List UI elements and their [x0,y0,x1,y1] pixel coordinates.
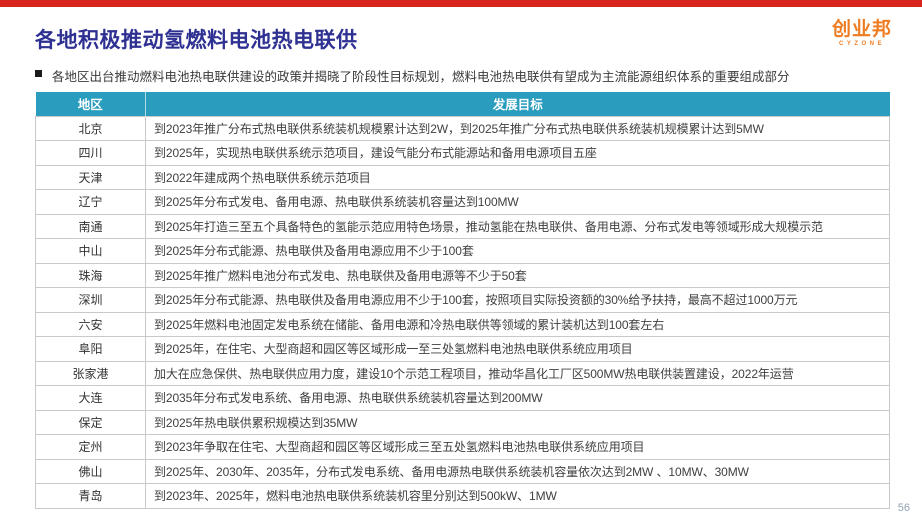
goal-cell: 到2025年推广燃料电池分布式发电、热电联供及备用电源等不少于50套 [146,263,890,288]
bullet-square-icon [35,70,42,77]
table-row: 六安到2025年燃料电池固定发电系统在储能、备用电源和冷热电联供等领域的累计装机… [36,312,890,337]
goal-cell: 到2025年热电联供累积规模达到35MW [146,410,890,435]
goal-cell: 到2025年、2030年、2035年，分布式发电系统、备用电源热电联供系统装机容… [146,459,890,484]
table-row: 大连到2035年分布式发电系统、备用电源、热电联供系统装机容量达到200MW [36,386,890,411]
table-row: 辽宁到2025年分布式发电、备用电源、热电联供系统装机容量达到100MW [36,190,890,215]
table-row: 青岛到2023年、2025年，燃料电池热电联供系统装机容里分别达到500kW、1… [36,484,890,509]
table-row: 北京到2023年推广分布式热电联供系统装机规模累计达到2W，到2025年推广分布… [36,116,890,141]
region-cell: 张家港 [36,361,146,386]
table-row: 深圳到2025年分布式能源、热电联供及备用电源应用不少于100套，按照项目实际投… [36,288,890,313]
goal-cell: 到2025年，在住宅、大型商超和园区等区域形成一至三处氢燃料电池热电联供系统应用… [146,337,890,362]
table-header-row: 地区 发展目标 [36,92,890,116]
region-cell: 保定 [36,410,146,435]
page-title: 各地积极推动氢燃料电池热电联供 [35,24,358,54]
goal-cell: 到2025年分布式能源、热电联供及备用电源应用不少于100套，按照项目实际投资额… [146,288,890,313]
column-header-region: 地区 [36,92,146,116]
region-cell: 北京 [36,116,146,141]
goal-cell: 到2025年燃料电池固定发电系统在储能、备用电源和冷热电联供等领域的累计装机达到… [146,312,890,337]
table-row: 保定到2025年热电联供累积规模达到35MW [36,410,890,435]
region-cell: 天津 [36,165,146,190]
region-goals-table: 地区 发展目标 北京到2023年推广分布式热电联供系统装机规模累计达到2W，到2… [35,92,890,509]
logo-text: 创业邦 [832,20,892,39]
table-row: 佛山到2025年、2030年、2035年，分布式发电系统、备用电源热电联供系统装… [36,459,890,484]
table-row: 定州到2023年争取在住宅、大型商超和园区等区域形成三至五处氢燃料电池热电联供系… [36,435,890,460]
page-number: 56 [898,502,910,514]
slide: 各地积极推动氢燃料电池热电联供 创业邦 CYZONE 各地区出台推动燃料电池热电… [0,0,922,518]
goal-cell: 到2023年、2025年，燃料电池热电联供系统装机容里分别达到500kW、1MW [146,484,890,509]
region-cell: 青岛 [36,484,146,509]
region-cell: 定州 [36,435,146,460]
goal-cell: 到2022年建成两个热电联供系统示范项目 [146,165,890,190]
table-row: 南通到2025年打造三至五个具备特色的氢能示范应用特色场景，推动氢能在热电联供、… [36,214,890,239]
region-cell: 中山 [36,239,146,264]
table-row: 阜阳到2025年，在住宅、大型商超和园区等区域形成一至三处氢燃料电池热电联供系统… [36,337,890,362]
column-header-goal: 发展目标 [146,92,890,116]
goal-cell: 加大在应急保供、热电联供应用力度，建设10个示范工程项目，推动华昌化工厂区500… [146,361,890,386]
region-cell: 佛山 [36,459,146,484]
top-accent-bar [0,0,922,7]
goal-cell: 到2025年分布式能源、热电联供及备用电源应用不少于100套 [146,239,890,264]
table-row: 张家港加大在应急保供、热电联供应用力度，建设10个示范工程项目，推动华昌化工厂区… [36,361,890,386]
table-row: 四川到2025年，实现热电联供系统示范项目，建设气能分布式能源站和备用电源项目五… [36,141,890,166]
goal-cell: 到2025年打造三至五个具备特色的氢能示范应用特色场景，推动氢能在热电联供、备用… [146,214,890,239]
region-cell: 六安 [36,312,146,337]
goal-cell: 到2025年分布式发电、备用电源、热电联供系统装机容量达到100MW [146,190,890,215]
region-cell: 阜阳 [36,337,146,362]
table-row: 中山到2025年分布式能源、热电联供及备用电源应用不少于100套 [36,239,890,264]
goal-cell: 到2025年，实现热电联供系统示范项目，建设气能分布式能源站和备用电源项目五座 [146,141,890,166]
logo-subtext: CYZONE [832,41,892,47]
region-cell: 深圳 [36,288,146,313]
summary-bullet: 各地区出台推动燃料电池热电联供建设的政策并揭晓了阶段性目标规划，燃料电池热电联供… [35,66,892,85]
table-row: 珠海到2025年推广燃料电池分布式发电、热电联供及备用电源等不少于50套 [36,263,890,288]
goal-cell: 到2023年争取在住宅、大型商超和园区等区域形成三至五处氢燃料电池热电联供系统应… [146,435,890,460]
table-row: 天津到2022年建成两个热电联供系统示范项目 [36,165,890,190]
summary-text: 各地区出台推动燃料电池热电联供建设的政策并揭晓了阶段性目标规划，燃料电池热电联供… [52,66,790,85]
region-cell: 南通 [36,214,146,239]
region-cell: 四川 [36,141,146,166]
region-cell: 大连 [36,386,146,411]
region-cell: 珠海 [36,263,146,288]
header: 各地积极推动氢燃料电池热电联供 创业邦 CYZONE [35,24,892,54]
region-cell: 辽宁 [36,190,146,215]
logo: 创业邦 CYZONE [832,20,892,47]
goal-cell: 到2035年分布式发电系统、备用电源、热电联供系统装机容量达到200MW [146,386,890,411]
goal-cell: 到2023年推广分布式热电联供系统装机规模累计达到2W，到2025年推广分布式热… [146,116,890,141]
